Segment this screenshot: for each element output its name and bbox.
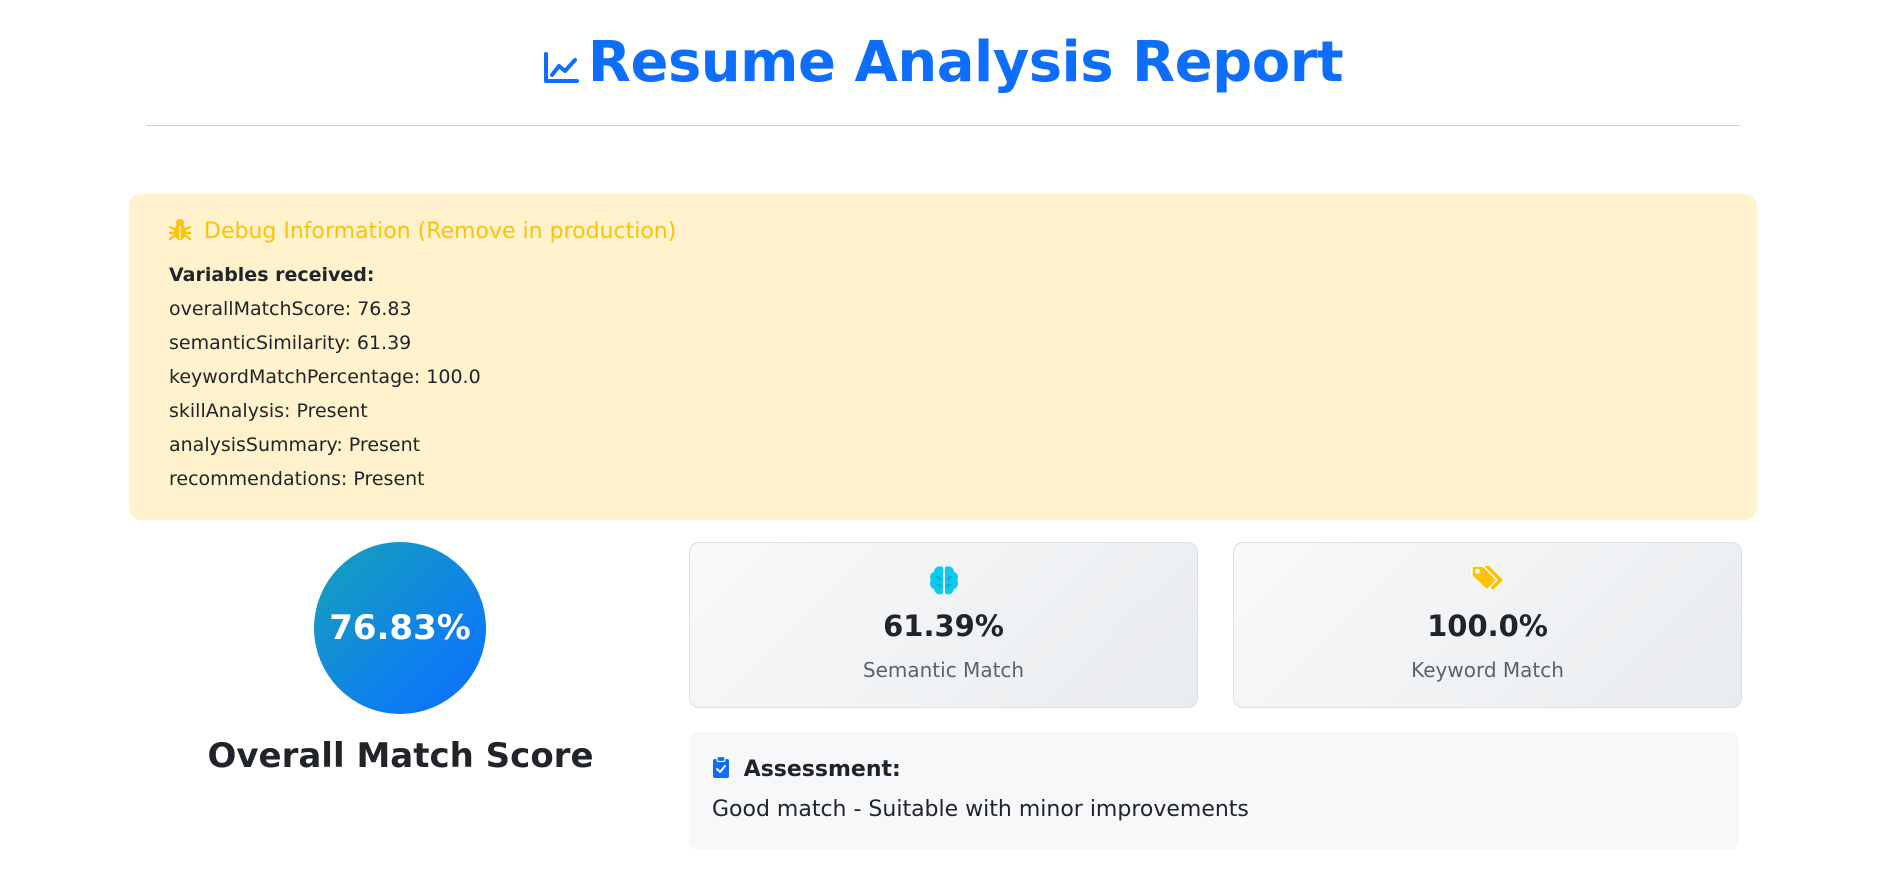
debug-line: overallMatchScore: 76.83 bbox=[169, 298, 412, 320]
assessment-box: Assessment: Good match - Suitable with m… bbox=[689, 732, 1739, 850]
report-header: Resume Analysis Report bbox=[0, 0, 1885, 130]
debug-line: keywordMatchPercentage: 100.0 bbox=[169, 366, 481, 388]
debug-line: semanticSimilarity: 61.39 bbox=[169, 332, 412, 354]
overall-score-section: 76.83% Overall Match Score bbox=[129, 541, 672, 791]
page-title-text: Resume Analysis Report bbox=[587, 30, 1344, 95]
clipboard-check-icon bbox=[712, 755, 744, 782]
bug-icon bbox=[168, 219, 204, 244]
overall-score-label: Overall Match Score bbox=[207, 736, 594, 776]
debug-subheading: Variables received: bbox=[169, 264, 375, 286]
debug-line: analysisSummary: Present bbox=[169, 434, 421, 456]
overall-score-value: 76.83% bbox=[329, 608, 471, 648]
semantic-match-card: 61.39% Semantic Match bbox=[689, 542, 1198, 708]
debug-heading-text: Debug Information (Remove in production) bbox=[204, 219, 677, 244]
assessment-heading-text: Assessment: bbox=[743, 757, 901, 782]
score-circle: 76.83% bbox=[314, 542, 486, 714]
brain-icon bbox=[690, 563, 1197, 603]
page-title: Resume Analysis Report bbox=[0, 28, 1885, 102]
debug-heading: Debug Information (Remove in production) bbox=[168, 218, 677, 246]
debug-panel: Debug Information (Remove in production)… bbox=[129, 194, 1757, 520]
header-divider bbox=[146, 125, 1740, 126]
assessment-heading: Assessment: bbox=[712, 755, 901, 782]
tags-icon bbox=[1234, 563, 1741, 601]
line-chart-icon bbox=[542, 32, 580, 102]
assessment-text: Good match - Suitable with minor improve… bbox=[712, 797, 1249, 822]
semantic-match-value: 61.39% bbox=[883, 609, 1004, 643]
keyword-match-card: 100.0% Keyword Match bbox=[1233, 542, 1742, 708]
keyword-match-value: 100.0% bbox=[1427, 609, 1548, 643]
keyword-match-label: Keyword Match bbox=[1411, 658, 1564, 682]
debug-line: recommendations: Present bbox=[169, 468, 425, 490]
debug-line: skillAnalysis: Present bbox=[169, 400, 368, 422]
semantic-match-label: Semantic Match bbox=[862, 658, 1025, 682]
